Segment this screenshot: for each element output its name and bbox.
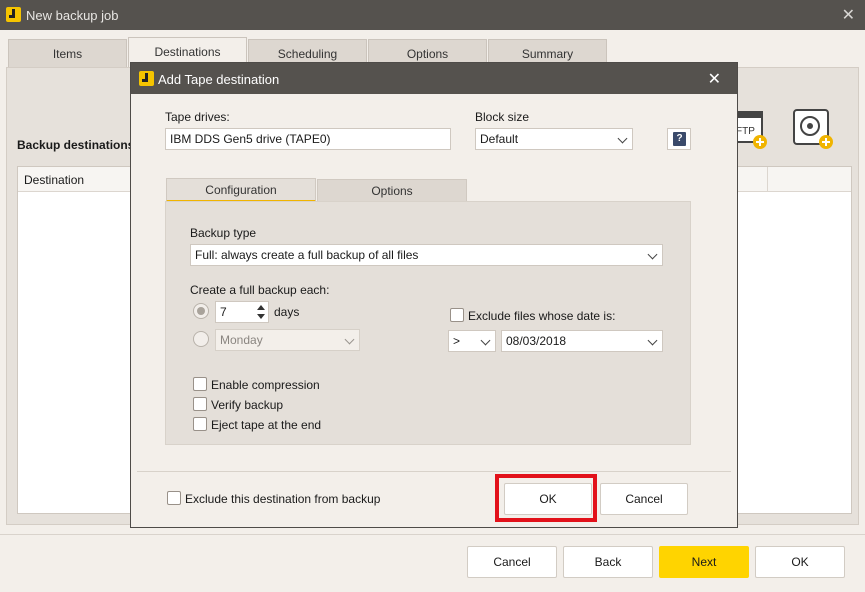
tape-drives-input[interactable]: IBM DDS Gen5 drive (TAPE0) bbox=[165, 128, 451, 150]
footer-divider bbox=[0, 534, 865, 535]
date-picker[interactable]: 08/03/2018 bbox=[501, 330, 663, 352]
help-icon: ? bbox=[673, 132, 686, 146]
back-button[interactable]: Back bbox=[563, 546, 653, 578]
block-size-value: Default bbox=[480, 132, 519, 146]
cancel-button[interactable]: Cancel bbox=[467, 546, 557, 578]
help-button[interactable]: ? bbox=[667, 128, 691, 150]
enable-compression-checkbox[interactable] bbox=[193, 377, 207, 391]
full-backup-each-label: Create a full backup each: bbox=[190, 283, 330, 297]
chevron-down-icon bbox=[647, 249, 658, 260]
dialog-divider bbox=[137, 471, 731, 472]
spin-up-icon[interactable] bbox=[257, 305, 265, 310]
block-size-label: Block size bbox=[475, 110, 530, 124]
exclude-date-checkbox[interactable] bbox=[450, 308, 464, 322]
window-title: New backup job bbox=[26, 8, 119, 23]
block-size-select[interactable]: Default bbox=[475, 128, 633, 150]
exclude-destination-label: Exclude this destination from backup bbox=[185, 492, 381, 506]
tab-items[interactable]: Items bbox=[8, 39, 127, 69]
ok-button-highlight bbox=[495, 474, 597, 522]
chevron-down-icon bbox=[480, 335, 491, 346]
spin-down-icon[interactable] bbox=[257, 314, 265, 319]
backup-destinations-label: Backup destinations bbox=[17, 138, 135, 152]
tape-destination-icon[interactable] bbox=[790, 106, 834, 150]
eject-tape-label: Eject tape at the end bbox=[211, 418, 322, 432]
dialog-title: Add Tape destination bbox=[158, 72, 280, 87]
days-value: 7 bbox=[220, 305, 227, 319]
backup-type-value: Full: always create a full backup of all… bbox=[195, 248, 419, 262]
dialog-cancel-button[interactable]: Cancel bbox=[600, 483, 688, 515]
days-unit-label: days bbox=[274, 305, 300, 319]
weekday-radio[interactable] bbox=[193, 331, 209, 347]
date-operator-select[interactable]: > bbox=[448, 330, 496, 352]
verify-backup-label: Verify backup bbox=[211, 398, 284, 412]
window-titlebar: New backup job ✕ bbox=[0, 0, 865, 30]
dialog-close-icon[interactable]: ✕ bbox=[708, 69, 721, 89]
chevron-down-icon bbox=[647, 335, 658, 346]
column-divider bbox=[767, 167, 768, 192]
verify-backup-checkbox[interactable] bbox=[193, 397, 207, 411]
chevron-down-icon bbox=[344, 334, 355, 345]
tab-configuration[interactable]: Configuration bbox=[166, 178, 316, 202]
days-radio[interactable] bbox=[193, 303, 209, 319]
dialog-titlebar: Add Tape destination ✕ bbox=[131, 63, 737, 94]
ok-button[interactable]: OK bbox=[755, 546, 845, 578]
enable-compression-label: Enable compression bbox=[211, 378, 320, 392]
window-close-icon[interactable]: ✕ bbox=[842, 5, 855, 25]
svg-text:FTP: FTP bbox=[736, 126, 755, 137]
app-logo-icon bbox=[6, 7, 21, 22]
weekday-select[interactable]: Monday bbox=[215, 329, 360, 351]
date-operator-value: > bbox=[453, 334, 461, 348]
date-value: 08/03/2018 bbox=[506, 334, 567, 348]
tape-drives-label: Tape drives: bbox=[165, 110, 230, 124]
column-destination[interactable]: Destination bbox=[24, 173, 84, 187]
exclude-destination-checkbox[interactable] bbox=[167, 491, 181, 505]
configuration-panel: Backup type Full: always create a full b… bbox=[165, 201, 691, 445]
chevron-down-icon bbox=[617, 133, 628, 144]
backup-type-label: Backup type bbox=[190, 226, 257, 240]
add-tape-destination-dialog: Add Tape destination ✕ Tape drives: IBM … bbox=[130, 62, 738, 528]
eject-tape-checkbox[interactable] bbox=[193, 417, 207, 431]
next-button[interactable]: Next bbox=[659, 546, 749, 578]
weekday-value: Monday bbox=[220, 333, 263, 347]
dialog-logo-icon bbox=[139, 71, 154, 86]
exclude-date-label: Exclude files whose date is: bbox=[468, 309, 616, 323]
tab-dialog-options[interactable]: Options bbox=[317, 179, 467, 203]
days-stepper[interactable]: 7 bbox=[215, 301, 269, 323]
backup-type-select[interactable]: Full: always create a full backup of all… bbox=[190, 244, 663, 266]
